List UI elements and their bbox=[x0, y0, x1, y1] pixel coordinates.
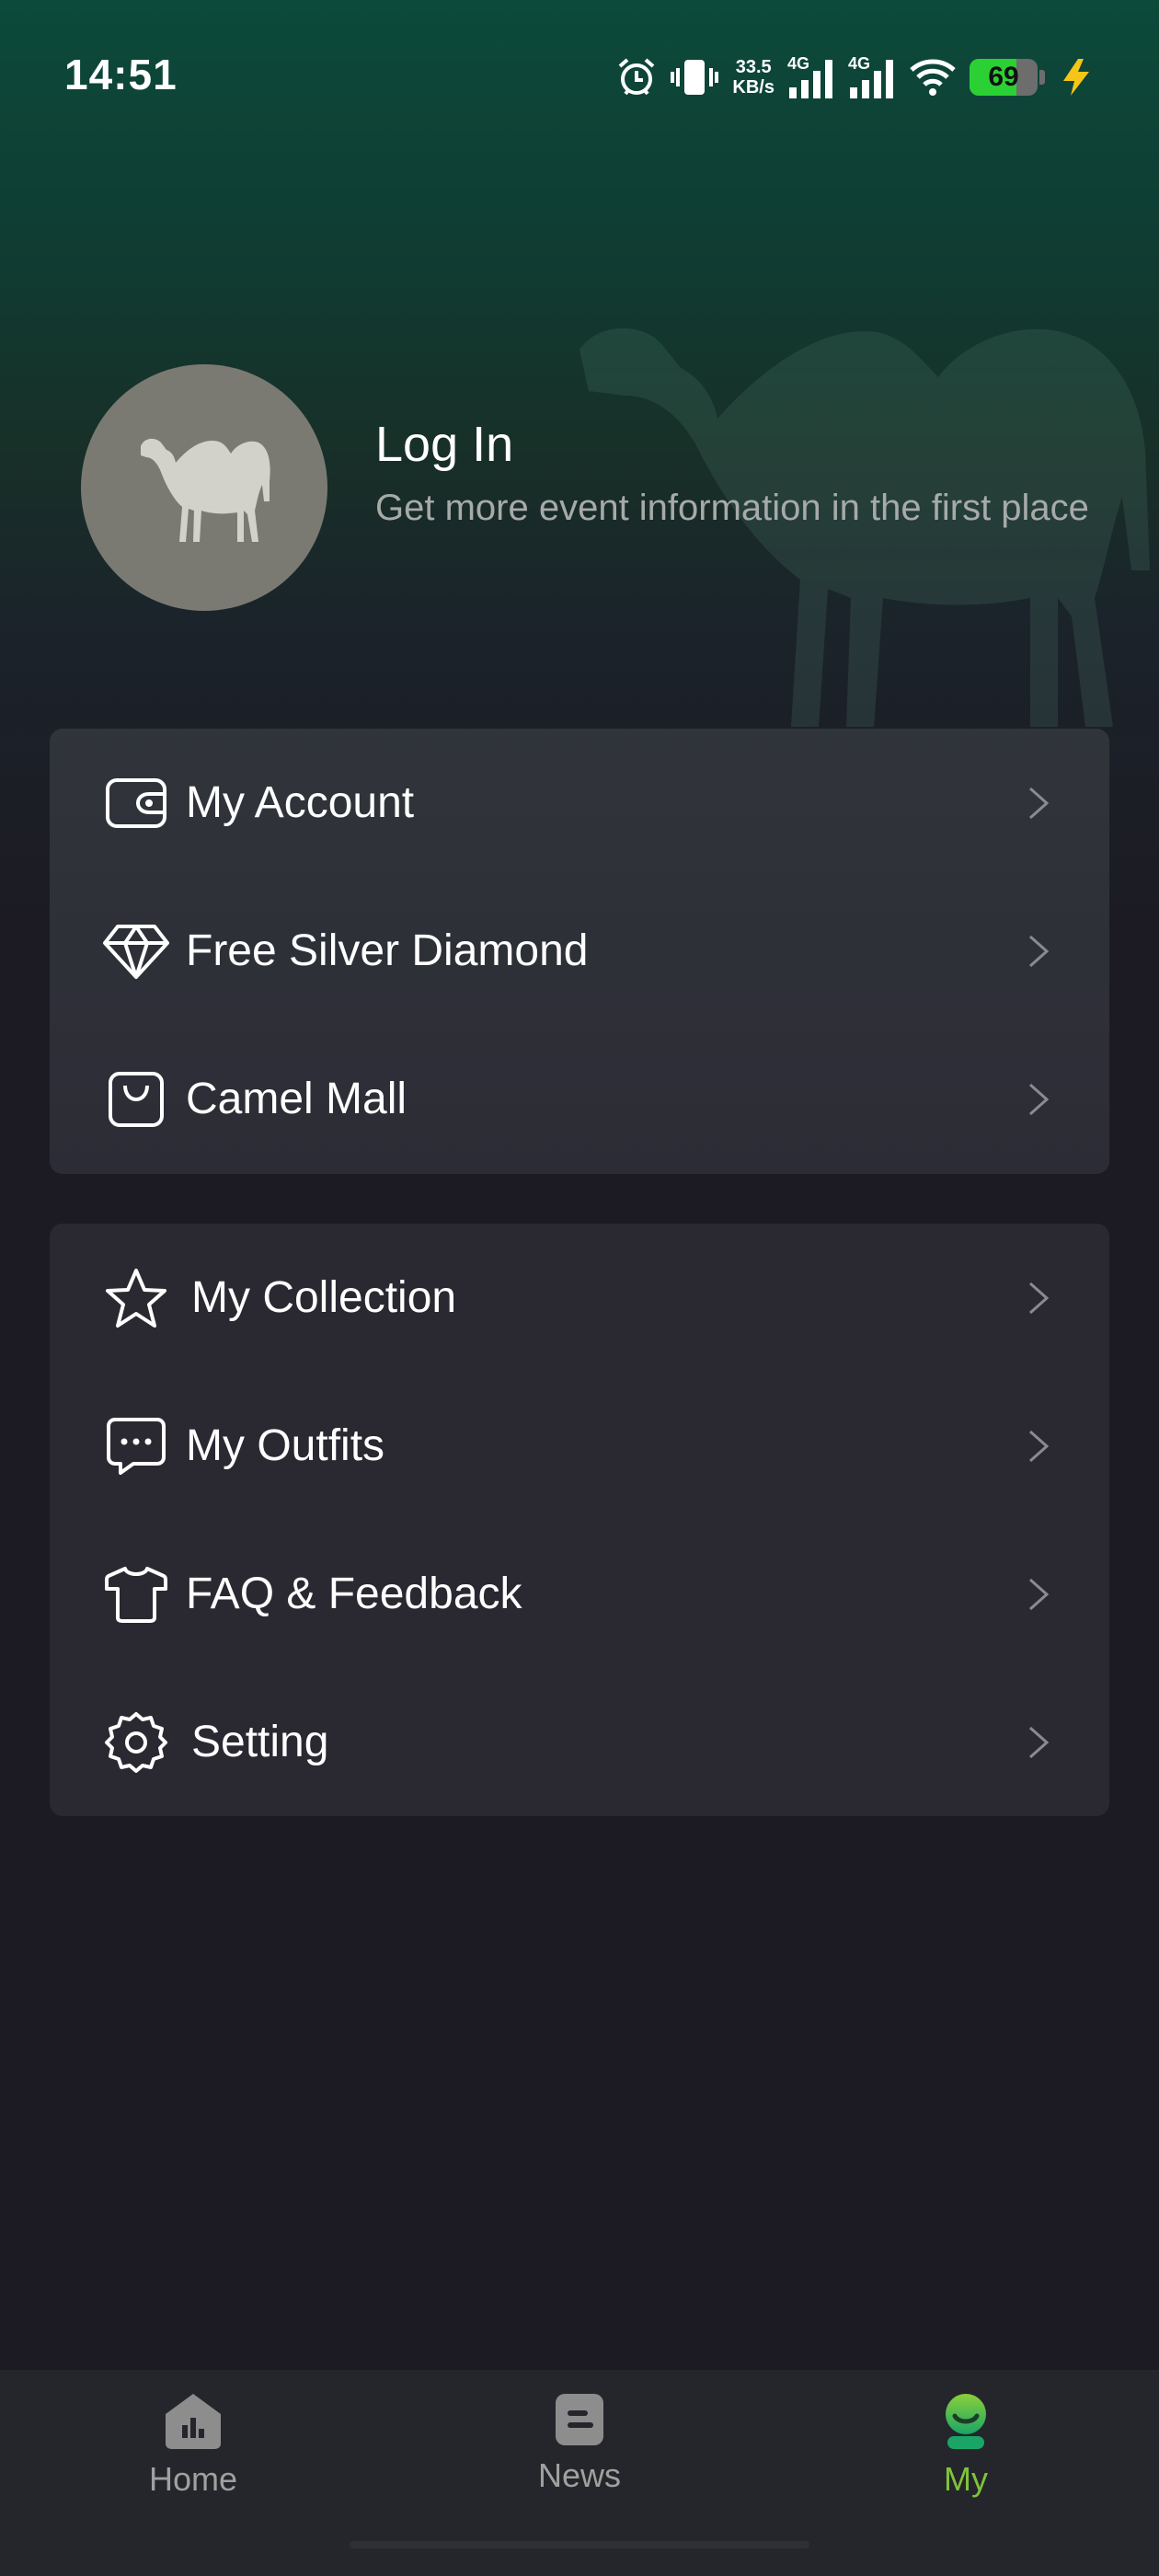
menu-item-label: Free Silver Diamond bbox=[186, 926, 589, 975]
login-title[interactable]: Log In bbox=[375, 416, 513, 473]
nav-news[interactable]: News bbox=[469, 2392, 690, 2530]
menu-item-camel-mall[interactable]: Camel Mall bbox=[50, 1025, 1109, 1173]
chevron-right-icon bbox=[1029, 1430, 1050, 1462]
profile-icon bbox=[946, 2394, 986, 2449]
nav-home[interactable]: Home bbox=[83, 2392, 304, 2530]
signal-icon: 4G bbox=[848, 54, 896, 100]
net-speed-value: 33.5 bbox=[735, 57, 772, 77]
home-icon bbox=[166, 2394, 221, 2449]
status-icons: 33.5 KB/s 4G 4G 69 bbox=[616, 52, 1095, 103]
menu-card-secondary: My Collection My Outfits FAQ & Feedback bbox=[50, 1224, 1109, 1816]
chevron-right-icon bbox=[1029, 1282, 1050, 1314]
nav-label: My bbox=[944, 2460, 988, 2498]
menu-item-my-account[interactable]: My Account bbox=[50, 729, 1109, 877]
menu-item-my-collection[interactable]: My Collection bbox=[50, 1224, 1109, 1372]
menu-item-label: Camel Mall bbox=[186, 1075, 407, 1123]
battery-icon: 69 bbox=[970, 59, 1038, 96]
gear-icon bbox=[103, 1709, 169, 1776]
home-indicator[interactable] bbox=[350, 2541, 809, 2548]
signal-type-label: 4G bbox=[848, 54, 871, 73]
nav-label: Home bbox=[148, 2460, 238, 2498]
alarm-icon bbox=[619, 58, 655, 96]
status-time: 14:51 bbox=[64, 51, 178, 98]
diamond-icon bbox=[103, 918, 169, 984]
signal-type-label: 4G bbox=[787, 54, 810, 73]
charging-icon bbox=[1063, 59, 1089, 96]
net-speed: 33.5 KB/s bbox=[732, 57, 775, 98]
chevron-right-icon bbox=[1029, 935, 1050, 967]
menu-item-label: FAQ & Feedback bbox=[186, 1570, 522, 1618]
menu-item-free-silver-diamond[interactable]: Free Silver Diamond bbox=[50, 877, 1109, 1025]
star-icon bbox=[103, 1265, 169, 1331]
tshirt-icon bbox=[103, 1561, 169, 1627]
nav-label: News bbox=[537, 2456, 622, 2494]
menu-item-faq-feedback[interactable]: FAQ & Feedback bbox=[50, 1520, 1109, 1668]
vibrate-icon bbox=[671, 60, 719, 95]
net-speed-unit: KB/s bbox=[732, 77, 775, 98]
camel-icon bbox=[141, 438, 270, 542]
menu-item-my-outfits[interactable]: My Outfits bbox=[50, 1372, 1109, 1520]
battery-nub bbox=[1039, 70, 1045, 85]
news-icon bbox=[556, 2394, 603, 2445]
menu-item-label: My Outfits bbox=[186, 1421, 385, 1470]
menu-card-primary: My Account Free Silver Diamond Camel Mal… bbox=[50, 729, 1109, 1174]
menu-item-label: My Account bbox=[186, 778, 415, 827]
chevron-right-icon bbox=[1029, 787, 1050, 819]
battery-level: 69 bbox=[988, 62, 1019, 92]
chevron-right-icon bbox=[1029, 1083, 1050, 1115]
wallet-icon bbox=[103, 770, 169, 836]
chevron-right-icon bbox=[1029, 1726, 1050, 1758]
status-bar: 14:51 33.5 KB/s 4G 4G 69 bbox=[0, 0, 1159, 156]
avatar[interactable] bbox=[81, 364, 327, 611]
menu-item-label: My Collection bbox=[191, 1273, 457, 1322]
nav-my[interactable]: My bbox=[855, 2392, 1076, 2530]
login-subtitle: Get more event information in the first … bbox=[375, 488, 1089, 528]
menu-item-setting[interactable]: Setting bbox=[50, 1668, 1109, 1816]
chat-bubble-icon bbox=[103, 1413, 169, 1479]
menu-item-label: Setting bbox=[191, 1718, 329, 1766]
shopping-bag-icon bbox=[103, 1066, 169, 1133]
signal-icon: 4G bbox=[787, 54, 835, 100]
chevron-right-icon bbox=[1029, 1578, 1050, 1610]
wifi-icon bbox=[910, 59, 956, 96]
